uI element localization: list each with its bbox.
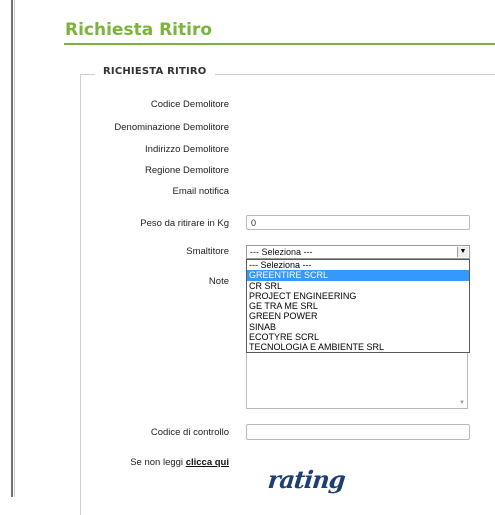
dropdown-option-highlighted[interactable]: GREENTIRE SCRL — [247, 270, 469, 281]
indirizzo-demolitore-label: Indirizzo Demolitore — [145, 144, 229, 155]
page-title: Richiesta Ritiro — [65, 20, 213, 40]
fieldset-legend: RICHIESTA RITIRO — [95, 66, 215, 77]
smaltitore-select[interactable]: --- Seleziona --- ▼ — [246, 245, 470, 259]
captcha-prompt: Se non leggi — [130, 457, 184, 468]
denominazione-demolitore-label: Denominazione Demolitore — [114, 122, 229, 133]
dropdown-option[interactable]: ECOTYRE SCRL — [247, 332, 469, 342]
smaltitore-dropdown-list[interactable]: --- Seleziona --- GREENTIRE SCRL CR SRL … — [246, 259, 470, 353]
dropdown-option[interactable]: GE TRA ME SRL — [247, 301, 469, 311]
smaltitore-label: Smaltitore — [186, 246, 229, 257]
captcha-image: rating — [266, 465, 347, 494]
dropdown-option[interactable]: SINAB — [247, 322, 469, 332]
note-textarea[interactable]: ▼ — [246, 353, 468, 409]
window-frame-left — [11, 0, 13, 497]
note-label: Note — [208, 276, 229, 287]
scroll-down-icon[interactable]: ▼ — [459, 400, 465, 406]
clicca-qui-link[interactable]: clicca qui — [186, 457, 229, 468]
chevron-down-icon[interactable]: ▼ — [457, 247, 468, 257]
codice-controllo-label: Codice di controllo — [150, 427, 229, 438]
dropdown-option[interactable]: PROJECT ENGINEERING — [247, 291, 469, 301]
regione-demolitore-label: Regione Demolitore — [145, 165, 229, 176]
peso-label: Peso da ritirare in Kg — [140, 218, 229, 229]
dropdown-option[interactable]: TECNOLOGIA E AMBIENTE SRL — [247, 342, 469, 352]
dropdown-option[interactable]: GREEN POWER — [247, 311, 469, 321]
dropdown-option[interactable]: --- Seleziona --- — [247, 260, 469, 270]
codice-controllo-input[interactable] — [246, 424, 470, 440]
email-notifica-label: Email notifica — [172, 186, 230, 197]
smaltitore-selected-value: --- Seleziona --- — [250, 247, 313, 257]
peso-input[interactable]: 0 — [246, 215, 470, 230]
dropdown-option[interactable]: CR SRL — [247, 281, 469, 291]
captcha-help-text: Se non leggi clicca qui — [130, 457, 229, 468]
title-divider — [64, 43, 495, 45]
codice-demolitore-label: Codice Demolitore — [150, 99, 229, 110]
